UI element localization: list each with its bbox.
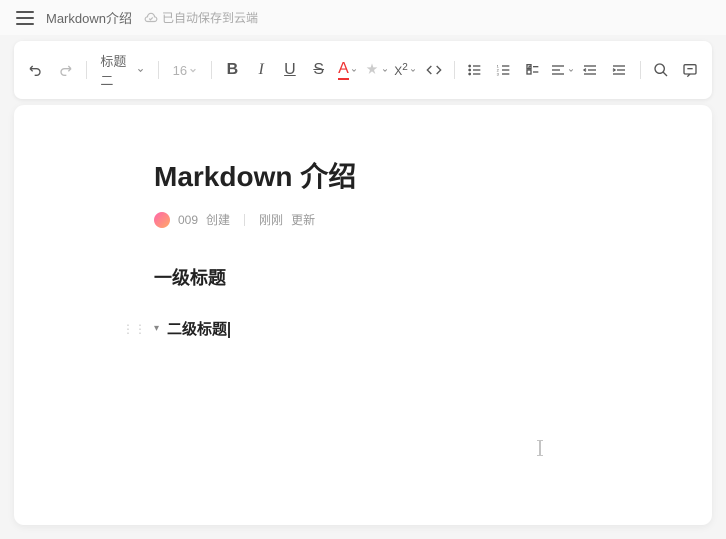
ordered-list-button[interactable]: 123 bbox=[492, 56, 517, 84]
italic-button[interactable]: I bbox=[249, 56, 274, 84]
author-name: 009 bbox=[178, 213, 198, 227]
chevron-down-icon bbox=[382, 62, 388, 78]
save-status: 已自动保存到云端 bbox=[144, 9, 258, 26]
outdent-button[interactable] bbox=[578, 56, 603, 84]
underline-button[interactable]: U bbox=[278, 56, 303, 84]
drag-handle-icon[interactable]: ⋮⋮ bbox=[122, 322, 146, 336]
page-title[interactable]: Markdown 介绍 bbox=[154, 155, 712, 195]
updated-time: 刚刚 bbox=[259, 211, 283, 228]
heading-1-block[interactable]: 一级标题 bbox=[154, 264, 712, 290]
menu-icon[interactable] bbox=[16, 11, 34, 25]
indent-button[interactable] bbox=[607, 56, 632, 84]
highlight-button[interactable] bbox=[364, 56, 389, 84]
comment-button[interactable] bbox=[677, 56, 702, 84]
updated-suffix: 更新 bbox=[291, 211, 315, 228]
strikethrough-button[interactable]: S bbox=[306, 56, 331, 84]
redo-button[interactable] bbox=[53, 56, 78, 84]
chevron-down-icon bbox=[568, 62, 574, 78]
editor-canvas[interactable]: Markdown 介绍 009 创建 刚刚 更新 一级标题 ⋮⋮ ▾ 二级标题 bbox=[14, 105, 712, 525]
avatar bbox=[154, 212, 170, 228]
chevron-down-icon bbox=[137, 66, 144, 74]
cloud-icon bbox=[144, 11, 158, 25]
document-title: Markdown介绍 bbox=[46, 8, 132, 27]
save-status-text: 已自动保存到云端 bbox=[162, 9, 258, 26]
text-color-button[interactable]: A bbox=[335, 56, 360, 84]
heading-2-block[interactable]: 二级标题 bbox=[167, 318, 230, 339]
checklist-button[interactable] bbox=[521, 56, 546, 84]
chevron-down-icon bbox=[410, 62, 416, 78]
search-button[interactable] bbox=[649, 56, 674, 84]
undo-button[interactable] bbox=[24, 56, 49, 84]
toolbar: 标题二 16 B I U S A X2 123 bbox=[14, 41, 712, 99]
align-button[interactable] bbox=[549, 56, 574, 84]
heading-select[interactable]: 标题二 bbox=[94, 47, 149, 93]
font-size-label: 16 bbox=[173, 63, 187, 78]
font-size-select[interactable]: 16 bbox=[167, 59, 203, 82]
code-button[interactable] bbox=[421, 56, 446, 84]
svg-text:3: 3 bbox=[497, 71, 500, 76]
heading-select-label: 标题二 bbox=[100, 51, 134, 89]
chevron-down-icon bbox=[189, 66, 197, 74]
collapse-toggle-icon[interactable]: ▾ bbox=[154, 323, 159, 334]
text-cursor-icon bbox=[535, 440, 545, 456]
bold-button[interactable]: B bbox=[220, 56, 245, 84]
chevron-down-icon bbox=[351, 62, 357, 78]
document-meta: 009 创建 刚刚 更新 bbox=[154, 211, 712, 228]
author-suffix: 创建 bbox=[206, 211, 230, 228]
clear-format-button[interactable]: X2 bbox=[393, 56, 418, 84]
bullet-list-button[interactable] bbox=[463, 56, 488, 84]
